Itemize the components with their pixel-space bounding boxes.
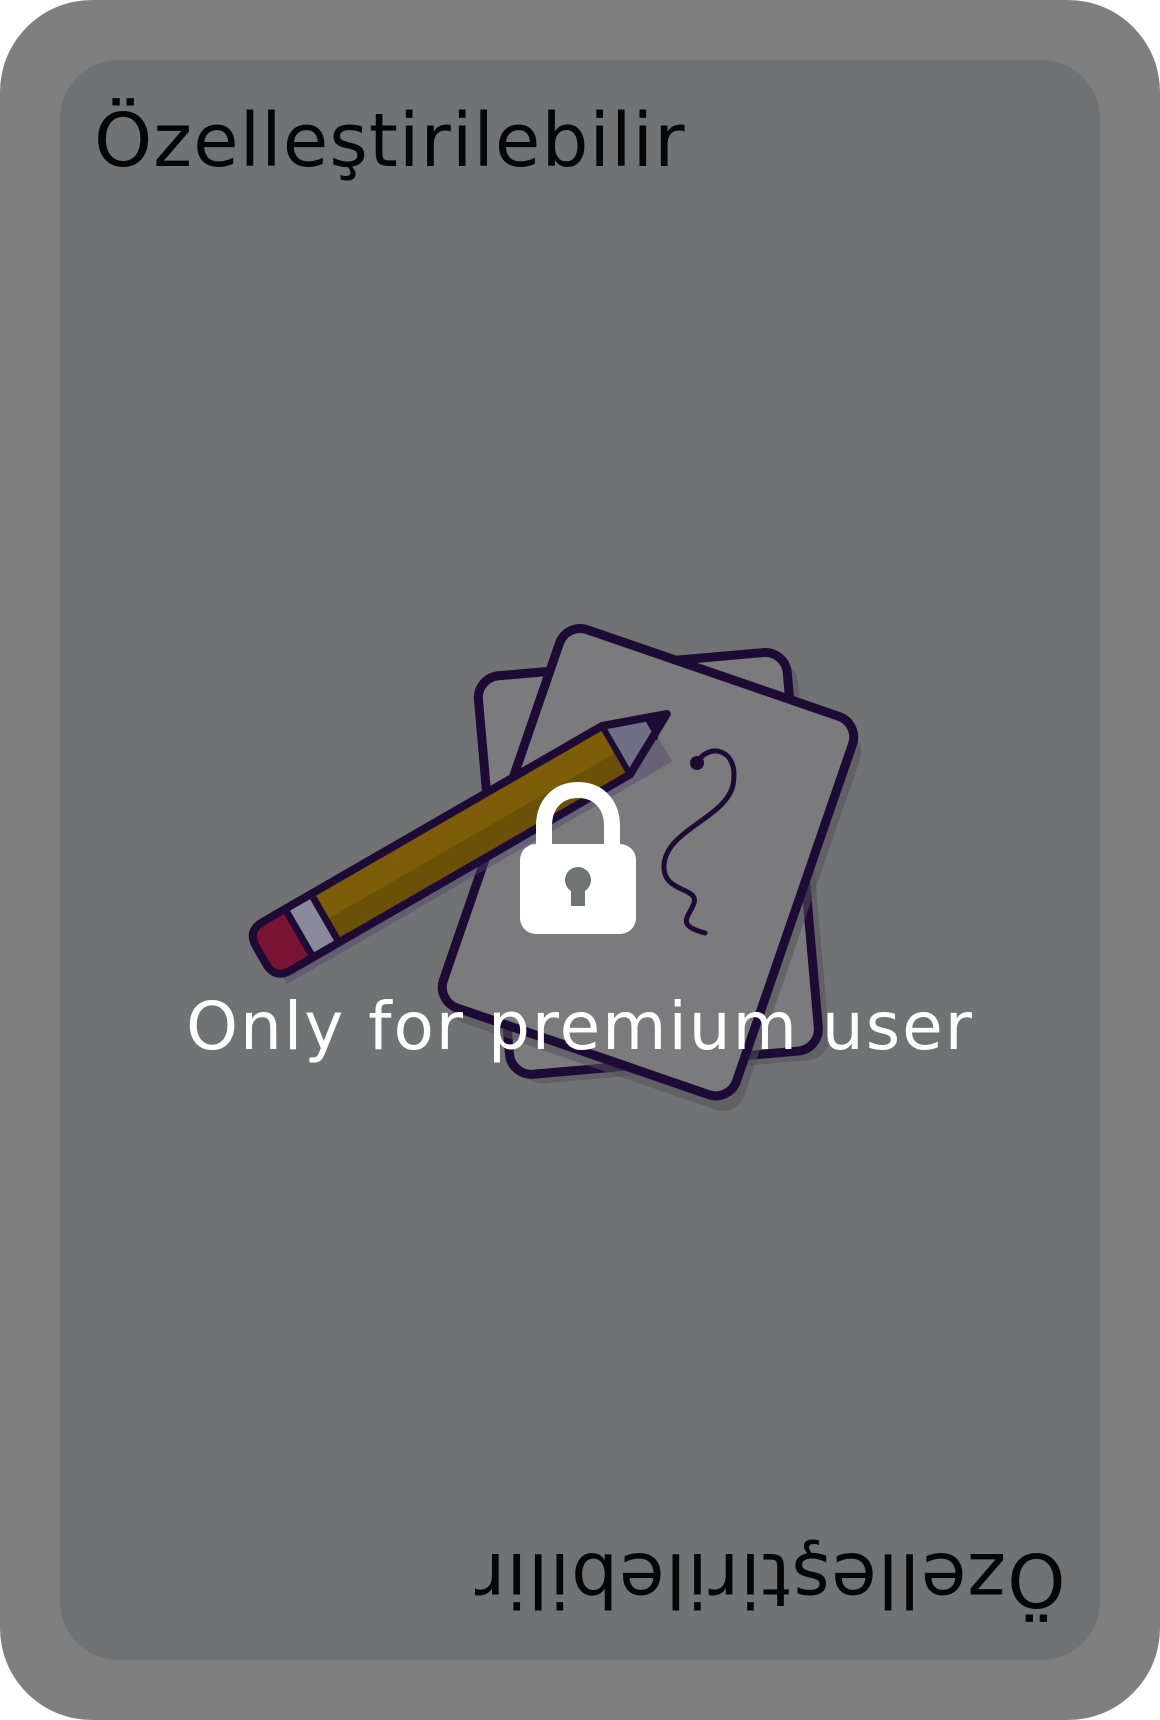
premium-only-label: Only for premium user xyxy=(186,988,974,1065)
card-title-bottom: Özelleştirilebilir xyxy=(474,1536,1066,1622)
premium-card[interactable]: Özelleştirilebilir Özelleştirilebilir On… xyxy=(0,0,1160,1720)
card-title-top: Özelleştirilebilir xyxy=(94,98,686,184)
lock-icon xyxy=(520,782,636,934)
